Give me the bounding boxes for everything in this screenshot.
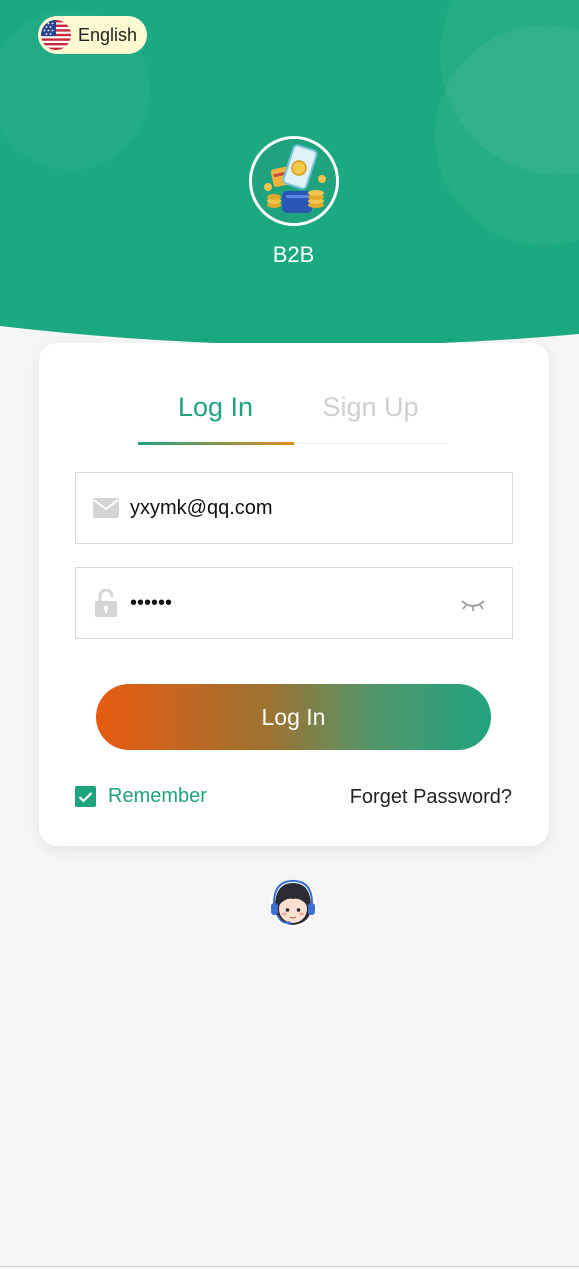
eye-closed-icon[interactable] bbox=[460, 592, 486, 616]
customer-service-icon[interactable] bbox=[266, 877, 320, 931]
us-flag-icon bbox=[41, 20, 71, 50]
app-logo bbox=[249, 136, 339, 226]
language-label: English bbox=[78, 24, 138, 45]
email-field[interactable] bbox=[75, 472, 513, 544]
password-input[interactable] bbox=[130, 591, 430, 615]
mail-icon bbox=[92, 494, 120, 522]
forgot-password-link[interactable]: Forget Password? bbox=[350, 786, 512, 809]
remember-checkbox[interactable]: Remember bbox=[75, 785, 207, 808]
remember-label: Remember bbox=[108, 785, 207, 807]
lock-icon bbox=[92, 589, 120, 617]
tab-sign-up[interactable]: Sign Up bbox=[293, 392, 448, 423]
password-field[interactable] bbox=[75, 567, 513, 639]
language-selector[interactable]: English bbox=[38, 16, 147, 54]
app-name: B2B bbox=[272, 242, 315, 267]
tab-log-in[interactable]: Log In bbox=[138, 392, 293, 423]
log-in-button[interactable]: Log In bbox=[96, 684, 491, 750]
header-banner: English B2B bbox=[0, 0, 579, 345]
auth-tabs: Log In Sign Up bbox=[138, 381, 448, 445]
email-input[interactable] bbox=[130, 496, 430, 520]
bottom-divider bbox=[0, 1266, 579, 1267]
active-tab-indicator bbox=[138, 442, 294, 445]
phone-coins-logo bbox=[252, 139, 336, 223]
login-card: Log In Sign Up Log In bbox=[39, 343, 549, 846]
checkbox-checked-icon[interactable] bbox=[75, 786, 96, 807]
